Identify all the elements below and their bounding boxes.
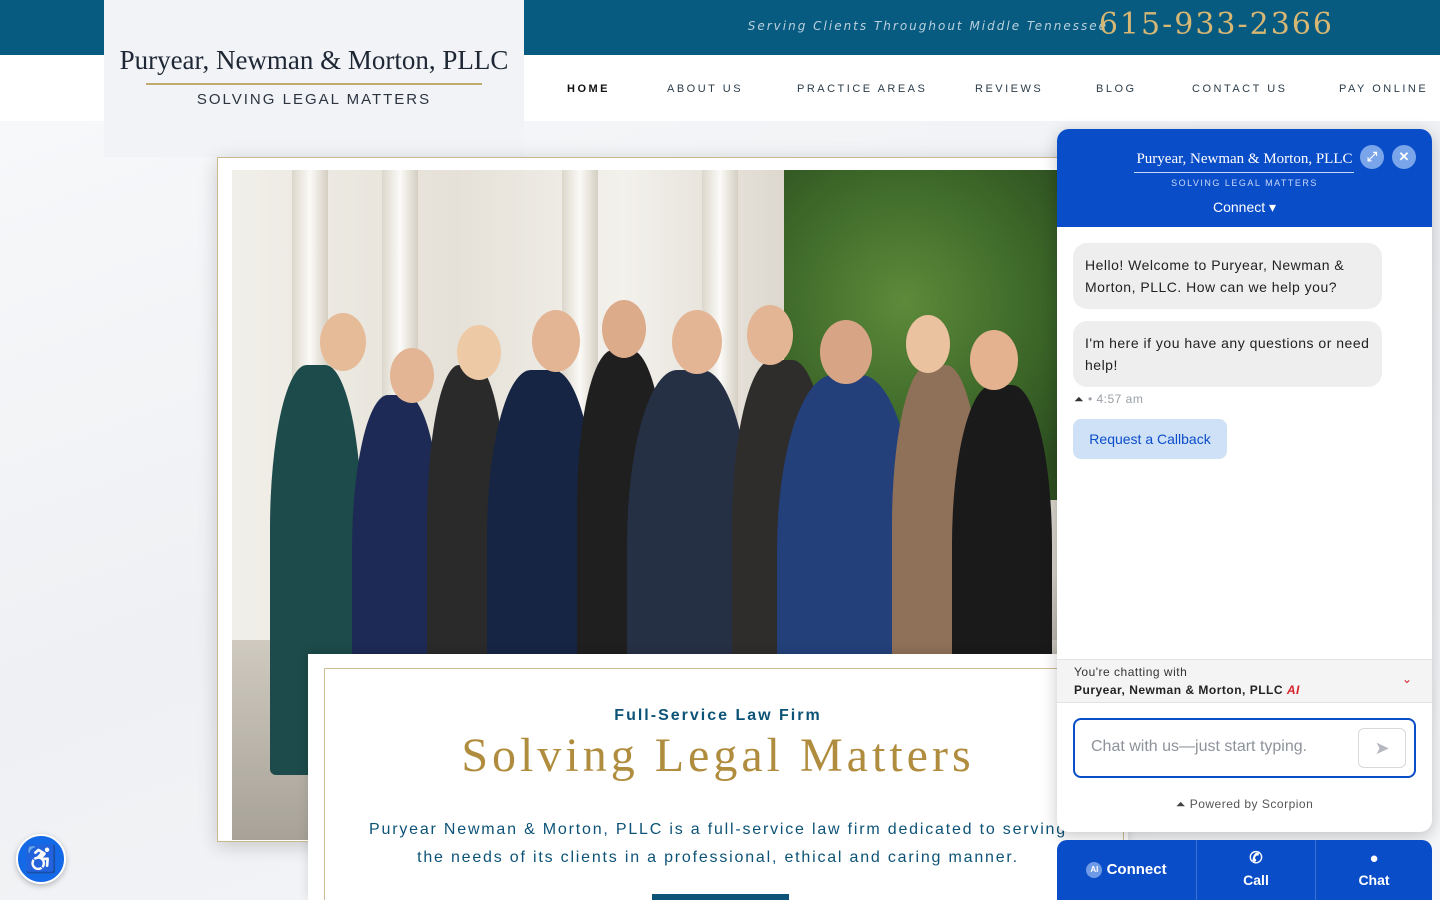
chat-action-bar: AI Connect ✆ Call ● Chat xyxy=(1057,840,1432,900)
nav-home[interactable]: HOME xyxy=(567,83,610,95)
logo-tagline: SOLVING LEGAL MATTERS xyxy=(196,91,432,108)
ai-badge: AI xyxy=(1286,683,1300,697)
chat-message: Hello! Welcome to Puryear, Newman & Mort… xyxy=(1073,243,1382,309)
chatting-with-label: You're chatting with xyxy=(1074,665,1188,679)
call-action-button[interactable]: ✆ Call xyxy=(1197,840,1315,900)
chatting-with-firm: Puryear, Newman & Morton, PLLC xyxy=(1074,683,1284,697)
accessibility-icon[interactable]: ♿ xyxy=(16,834,66,884)
photo-person-head xyxy=(390,348,434,403)
logo-divider xyxy=(146,83,482,85)
chat-logo-divider xyxy=(1134,172,1354,173)
close-icon[interactable]: ✕ xyxy=(1392,145,1416,169)
hero-content-card: Full-Service Law Firm Solving Legal Matt… xyxy=(308,654,1128,900)
photo-person-head xyxy=(970,330,1018,390)
nav-contact-us[interactable]: CONTACT US xyxy=(1192,83,1288,95)
service-area-text: Serving Clients Throughout Middle Tennes… xyxy=(747,19,1108,33)
hero-description: Puryear Newman & Morton, PLLC is a full-… xyxy=(369,821,1067,866)
chat-timestamp: • 4:57 am xyxy=(1087,392,1144,406)
nav-reviews[interactable]: REVIEWS xyxy=(975,83,1043,95)
hero-headline: Solving Legal Matters xyxy=(461,729,975,782)
site-logo[interactable]: Puryear, Newman & Morton, PLLC SOLVING L… xyxy=(104,0,524,157)
scorpion-logo-icon: ⏶ xyxy=(1175,797,1186,811)
powered-by-text: ⏶ Powered by Scorpion xyxy=(1057,797,1432,812)
call-action-label: Call xyxy=(1243,872,1269,888)
scorpion-logo-icon: ⏶ xyxy=(1074,392,1085,406)
request-callback-button[interactable]: Request a Callback xyxy=(1073,419,1227,459)
logo-firm-name: Puryear, Newman & Morton, PLLC xyxy=(119,45,509,75)
chat-message-input[interactable] xyxy=(1091,738,1341,756)
chatting-with-bar[interactable]: You're chatting with Puryear, Newman & M… xyxy=(1057,659,1432,703)
chat-header: Puryear, Newman & Morton, PLLC SOLVING L… xyxy=(1057,129,1432,227)
nav-pay-online[interactable]: PAY ONLINE xyxy=(1339,83,1428,95)
nav-about-us[interactable]: ABOUT US xyxy=(667,83,743,95)
chat-message: I'm here if you have any questions or ne… xyxy=(1073,321,1382,387)
ai-chat-icon: AI xyxy=(1086,862,1103,879)
nav-blog[interactable]: BLOG xyxy=(1096,83,1137,95)
chat-widget: Puryear, Newman & Morton, PLLC SOLVING L… xyxy=(1057,129,1432,832)
chat-bubble-icon: ● xyxy=(1369,850,1379,867)
phone-icon: ✆ xyxy=(1249,850,1263,867)
photo-person-head xyxy=(602,300,646,358)
photo-person-head xyxy=(320,313,366,371)
hero-eyebrow: Full-Service Law Firm xyxy=(614,707,822,724)
chat-message-meta: ⏶ • 4:57 am xyxy=(1074,392,1143,407)
chevron-down-icon[interactable]: ⌄ xyxy=(1402,672,1412,686)
phone-number-link[interactable]: 615-933-2366 xyxy=(1099,7,1334,42)
chat-connect-dropdown[interactable]: Connect ▾ xyxy=(1057,199,1432,216)
send-icon[interactable]: ➤ xyxy=(1358,728,1406,768)
photo-person-head xyxy=(906,315,950,373)
photo-person-head xyxy=(747,305,793,365)
photo-person-head xyxy=(457,325,501,380)
connect-action-button[interactable]: AI Connect xyxy=(1057,840,1196,900)
connect-action-label: Connect xyxy=(1106,861,1167,878)
nav-practice-areas[interactable]: PRACTICE AREAS xyxy=(797,83,927,95)
photo-person-head xyxy=(820,320,872,384)
powered-by-label: Powered by Scorpion xyxy=(1189,797,1314,811)
photo-person-head xyxy=(532,310,580,372)
chat-input-box: ➤ xyxy=(1073,718,1416,778)
photo-person-head xyxy=(672,310,722,374)
hero-cta-button[interactable] xyxy=(652,894,789,900)
chatting-with-name: Puryear, Newman & Morton, PLLC AI xyxy=(1074,683,1300,697)
chat-firm-tagline: SOLVING LEGAL MATTERS xyxy=(1171,178,1318,188)
expand-icon[interactable]: ⤢ xyxy=(1360,145,1384,169)
chat-action-button[interactable]: ● Chat xyxy=(1316,840,1432,900)
chat-action-label: Chat xyxy=(1358,872,1390,888)
